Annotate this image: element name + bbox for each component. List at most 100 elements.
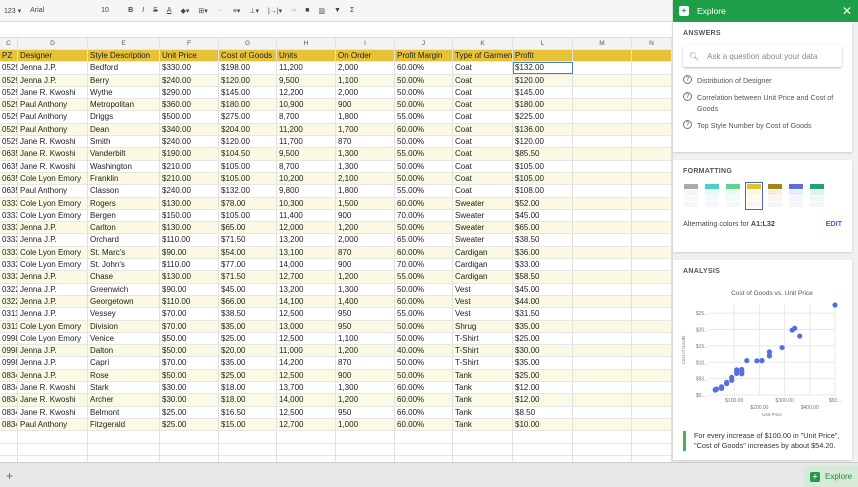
cell[interactable]: 0322 — [0, 283, 18, 295]
cell[interactable]: Venice — [88, 332, 160, 345]
cell[interactable]: 60.00% — [395, 197, 453, 209]
cell[interactable]: Paul Anthony — [18, 111, 88, 123]
color-swatch[interactable] — [788, 183, 804, 209]
cell[interactable] — [573, 271, 632, 283]
cell[interactable] — [573, 357, 632, 369]
cell[interactable]: 1,300 — [336, 160, 395, 172]
cell[interactable] — [573, 394, 632, 406]
cell[interactable] — [513, 443, 573, 455]
cell[interactable]: Vest — [453, 295, 513, 308]
cell[interactable] — [573, 234, 632, 246]
cell[interactable] — [573, 86, 632, 99]
cell[interactable]: 9,500 — [277, 74, 336, 86]
cell[interactable] — [632, 394, 672, 406]
cell[interactable]: Cole Lyon Emory — [18, 246, 88, 259]
cell[interactable] — [632, 185, 672, 197]
cell[interactable]: Profit Margin — [395, 50, 453, 62]
cell[interactable]: Rogers — [88, 197, 160, 209]
cell[interactable]: $12.00 — [513, 382, 573, 394]
cell[interactable]: $44.00 — [513, 295, 573, 308]
cell[interactable] — [219, 431, 277, 443]
cell[interactable]: 870 — [336, 136, 395, 148]
cell[interactable]: 0322 — [0, 295, 18, 308]
cell[interactable]: Coat — [453, 74, 513, 86]
cell[interactable] — [632, 418, 672, 431]
cell[interactable]: $136.00 — [513, 123, 573, 136]
cell[interactable]: 50.00% — [395, 172, 453, 185]
cell[interactable]: 1,200 — [336, 345, 395, 357]
cell[interactable]: $65.00 — [219, 222, 277, 234]
cell[interactable]: 14,000 — [277, 259, 336, 271]
cell[interactable] — [632, 62, 672, 74]
cell[interactable]: 50.00% — [395, 369, 453, 382]
cell[interactable] — [573, 148, 632, 160]
column-header[interactable]: C — [0, 38, 18, 49]
cell[interactable] — [573, 406, 632, 418]
cell[interactable]: 0311 — [0, 308, 18, 320]
cell[interactable]: $150.00 — [160, 209, 219, 222]
cell[interactable]: Coat — [453, 185, 513, 197]
cell[interactable]: 50.00% — [395, 99, 453, 111]
cell[interactable]: Jane R. Kwoshi — [18, 394, 88, 406]
cell[interactable] — [573, 332, 632, 345]
cell[interactable]: 50.00% — [395, 86, 453, 99]
cell[interactable] — [632, 320, 672, 332]
cell[interactable]: $20.00 — [219, 345, 277, 357]
cell[interactable]: $8.50 — [513, 406, 573, 418]
cell[interactable]: 11,700 — [277, 136, 336, 148]
cell[interactable]: $108.00 — [513, 185, 573, 197]
cell[interactable]: $104.50 — [219, 148, 277, 160]
cell[interactable]: 900 — [336, 209, 395, 222]
cell[interactable] — [573, 74, 632, 86]
cell[interactable]: $77.00 — [219, 259, 277, 271]
cell[interactable]: 1,300 — [336, 148, 395, 160]
cell[interactable]: $45.00 — [219, 283, 277, 295]
cell[interactable]: $78.00 — [219, 197, 277, 209]
cell[interactable] — [573, 222, 632, 234]
cell[interactable] — [573, 123, 632, 136]
cell[interactable]: 0635 — [0, 185, 18, 197]
cell[interactable]: 870 — [336, 246, 395, 259]
cell[interactable]: Tank — [453, 394, 513, 406]
cell[interactable]: 1,400 — [336, 295, 395, 308]
cell[interactable]: 1,500 — [336, 197, 395, 209]
cell[interactable]: 1,300 — [336, 382, 395, 394]
column-header[interactable]: J — [395, 38, 453, 49]
cell[interactable]: Cardigan — [453, 271, 513, 283]
cell[interactable] — [632, 406, 672, 418]
cell[interactable]: $130.00 — [160, 271, 219, 283]
cell[interactable]: Tank — [453, 382, 513, 394]
cell[interactable]: 1,300 — [336, 283, 395, 295]
cell[interactable]: 0998 — [0, 332, 18, 345]
cell[interactable]: $132.00 — [219, 185, 277, 197]
cell[interactable]: Units — [277, 50, 336, 62]
cell[interactable]: Coat — [453, 123, 513, 136]
cell[interactable]: 11,200 — [277, 123, 336, 136]
cell[interactable]: 0998 — [0, 357, 18, 369]
add-sheet-button[interactable]: + — [6, 469, 13, 483]
cell[interactable]: $30.00 — [160, 382, 219, 394]
cell[interactable]: 8,700 — [277, 160, 336, 172]
cell[interactable]: Jane R. Kwoshi — [18, 382, 88, 394]
cell[interactable]: Cole Lyon Emory — [18, 332, 88, 345]
cell[interactable]: 55.00% — [395, 111, 453, 123]
cell[interactable]: Paul Anthony — [18, 418, 88, 431]
cell[interactable]: Coat — [453, 62, 513, 74]
cell[interactable] — [277, 431, 336, 443]
cell[interactable]: Vest — [453, 308, 513, 320]
cell[interactable]: 66.00% — [395, 406, 453, 418]
cell[interactable]: $50.00 — [160, 332, 219, 345]
cell[interactable] — [18, 431, 88, 443]
cell[interactable]: $45.00 — [513, 209, 573, 222]
cell[interactable]: Sweater — [453, 197, 513, 209]
cell[interactable]: Coat — [453, 148, 513, 160]
cell[interactable]: 50.00% — [395, 332, 453, 345]
cell[interactable]: 900 — [336, 369, 395, 382]
cell[interactable]: 50.00% — [395, 222, 453, 234]
cell[interactable]: T-Shirt — [453, 357, 513, 369]
cell[interactable]: Vanderbilt — [88, 148, 160, 160]
text-color-button[interactable]: A — [167, 7, 172, 14]
cell[interactable]: Coat — [453, 172, 513, 185]
cell[interactable]: $290.00 — [160, 86, 219, 99]
cell[interactable]: $360.00 — [160, 99, 219, 111]
